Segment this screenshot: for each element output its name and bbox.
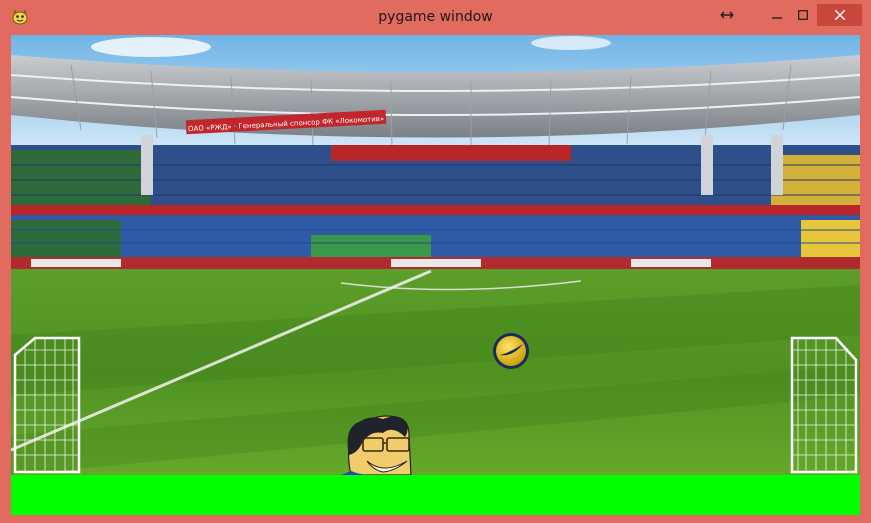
stadium-background: ОАО «РЖД» · Генеральный спонсор ФК «Локо… [11,35,860,269]
resize-arrows-icon[interactable] [712,4,742,26]
football-pitch [11,269,860,475]
maximize-icon [798,10,808,20]
soccer-ball [493,333,529,369]
maximize-button[interactable] [786,4,820,26]
minimize-icon [772,17,782,19]
ground-bar [11,475,860,515]
close-button[interactable] [817,4,862,26]
title-bar[interactable]: pygame window [0,0,871,34]
close-icon [834,10,845,20]
pygame-window: pygame window ОАО «РЖД» · Генеральный сп… [0,0,871,523]
game-canvas[interactable]: ОАО «РЖД» · Генеральный спонсор ФК «Локо… [11,35,860,515]
